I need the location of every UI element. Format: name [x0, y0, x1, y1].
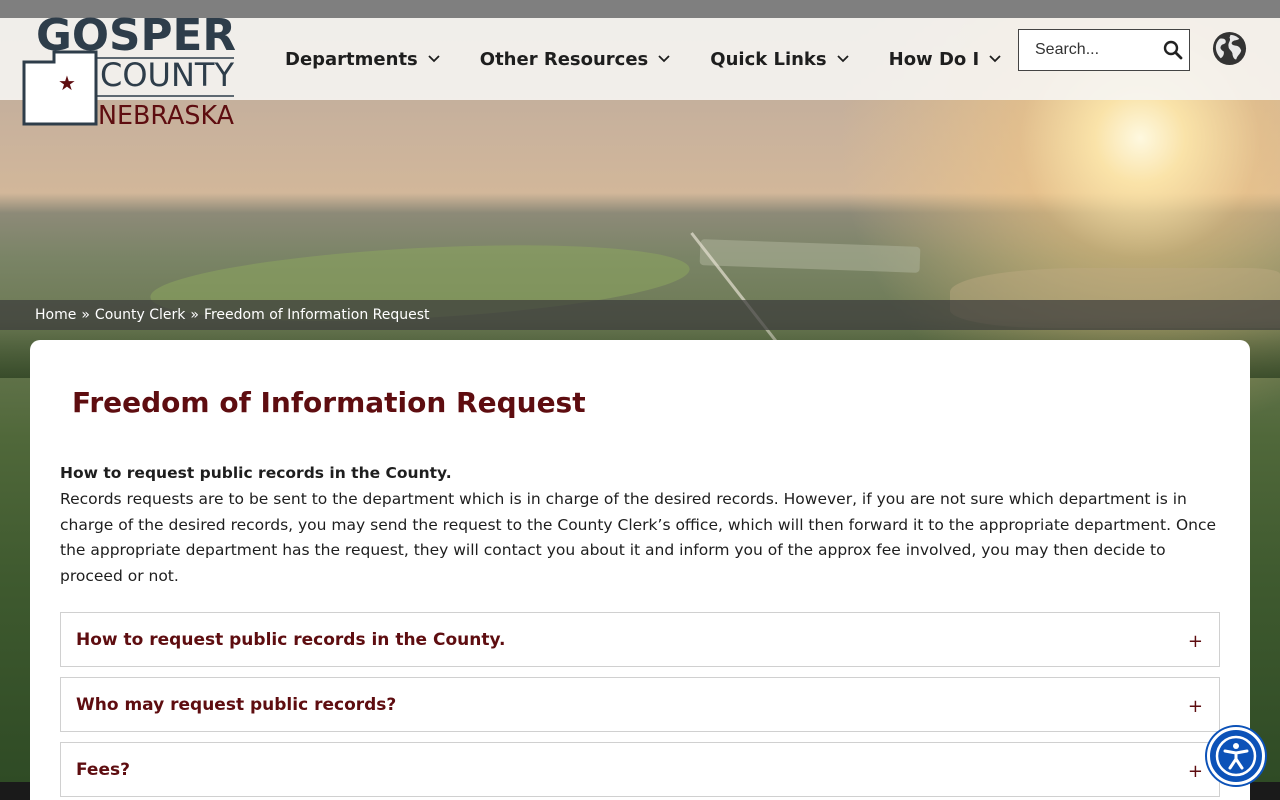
search-box — [1018, 29, 1190, 71]
accordion-title: How to request public records in the Cou… — [76, 629, 506, 650]
accordion-item-how-to-request[interactable]: How to request public records in the Cou… — [60, 612, 1220, 667]
gosper-county-logo[interactable]: ★ GOSPER COUNTY NEBRASKA — [22, 10, 237, 130]
nav-item-label: Quick Links — [710, 48, 827, 70]
chevron-down-icon — [658, 55, 670, 63]
search-input[interactable] — [1035, 31, 1165, 69]
plus-icon[interactable]: + — [1188, 696, 1203, 717]
breadcrumb-separator: » — [81, 307, 90, 323]
logo-line-nebraska: NEBRASKA — [98, 101, 234, 130]
intro-paragraph: Records requests are to be sent to the d… — [60, 490, 1217, 585]
content-card: Freedom of Information Request How to re… — [30, 340, 1250, 800]
accordion-title: Who may request public records? — [76, 694, 397, 715]
breadcrumb: Home » County Clerk » Freedom of Informa… — [0, 300, 1280, 330]
nav-item-label: Other Resources — [479, 48, 649, 70]
intro-heading: How to request public records in the Cou… — [60, 464, 452, 482]
accordion-title: Fees? — [76, 759, 130, 780]
chevron-down-icon — [428, 55, 440, 63]
breadcrumb-current: Freedom of Information Request — [203, 307, 430, 323]
nav-item-label: Departments — [285, 48, 418, 70]
main-nav: Departments Other Resources Quick Links … — [285, 36, 1041, 82]
page-title: Freedom of Information Request — [72, 386, 586, 419]
breadcrumb-county-clerk-link[interactable]: County Clerk — [95, 307, 185, 323]
intro-section: How to request public records in the Cou… — [60, 462, 1220, 589]
hero-field — [699, 239, 921, 273]
plus-icon[interactable]: + — [1188, 631, 1203, 652]
nav-item-how-do-i[interactable]: How Do I — [889, 49, 1002, 70]
accordion-item-who-may-request[interactable]: Who may request public records? + — [60, 677, 1220, 732]
svg-text:★: ★ — [58, 71, 76, 95]
nav-item-quick-links[interactable]: Quick Links — [710, 48, 849, 70]
search-icon[interactable] — [1163, 40, 1183, 60]
accessibility-icon — [1215, 735, 1257, 777]
logo-line-county: COUNTY — [100, 56, 234, 94]
breadcrumb-home-link[interactable]: Home — [35, 307, 76, 323]
breadcrumb-separator: » — [190, 307, 199, 323]
chevron-down-icon — [989, 55, 1001, 63]
nav-item-label: How Do I — [888, 48, 980, 70]
logo-line-gosper: GOSPER — [36, 10, 236, 61]
nav-item-departments[interactable]: Departments — [285, 49, 440, 70]
accessibility-button[interactable] — [1207, 727, 1265, 785]
chevron-down-icon — [836, 55, 849, 63]
nav-item-other-resources[interactable]: Other Resources — [480, 49, 671, 70]
accordion-item-fees[interactable]: Fees? + — [60, 742, 1220, 797]
plus-icon[interactable]: + — [1188, 761, 1203, 782]
globe-icon[interactable] — [1211, 30, 1248, 67]
